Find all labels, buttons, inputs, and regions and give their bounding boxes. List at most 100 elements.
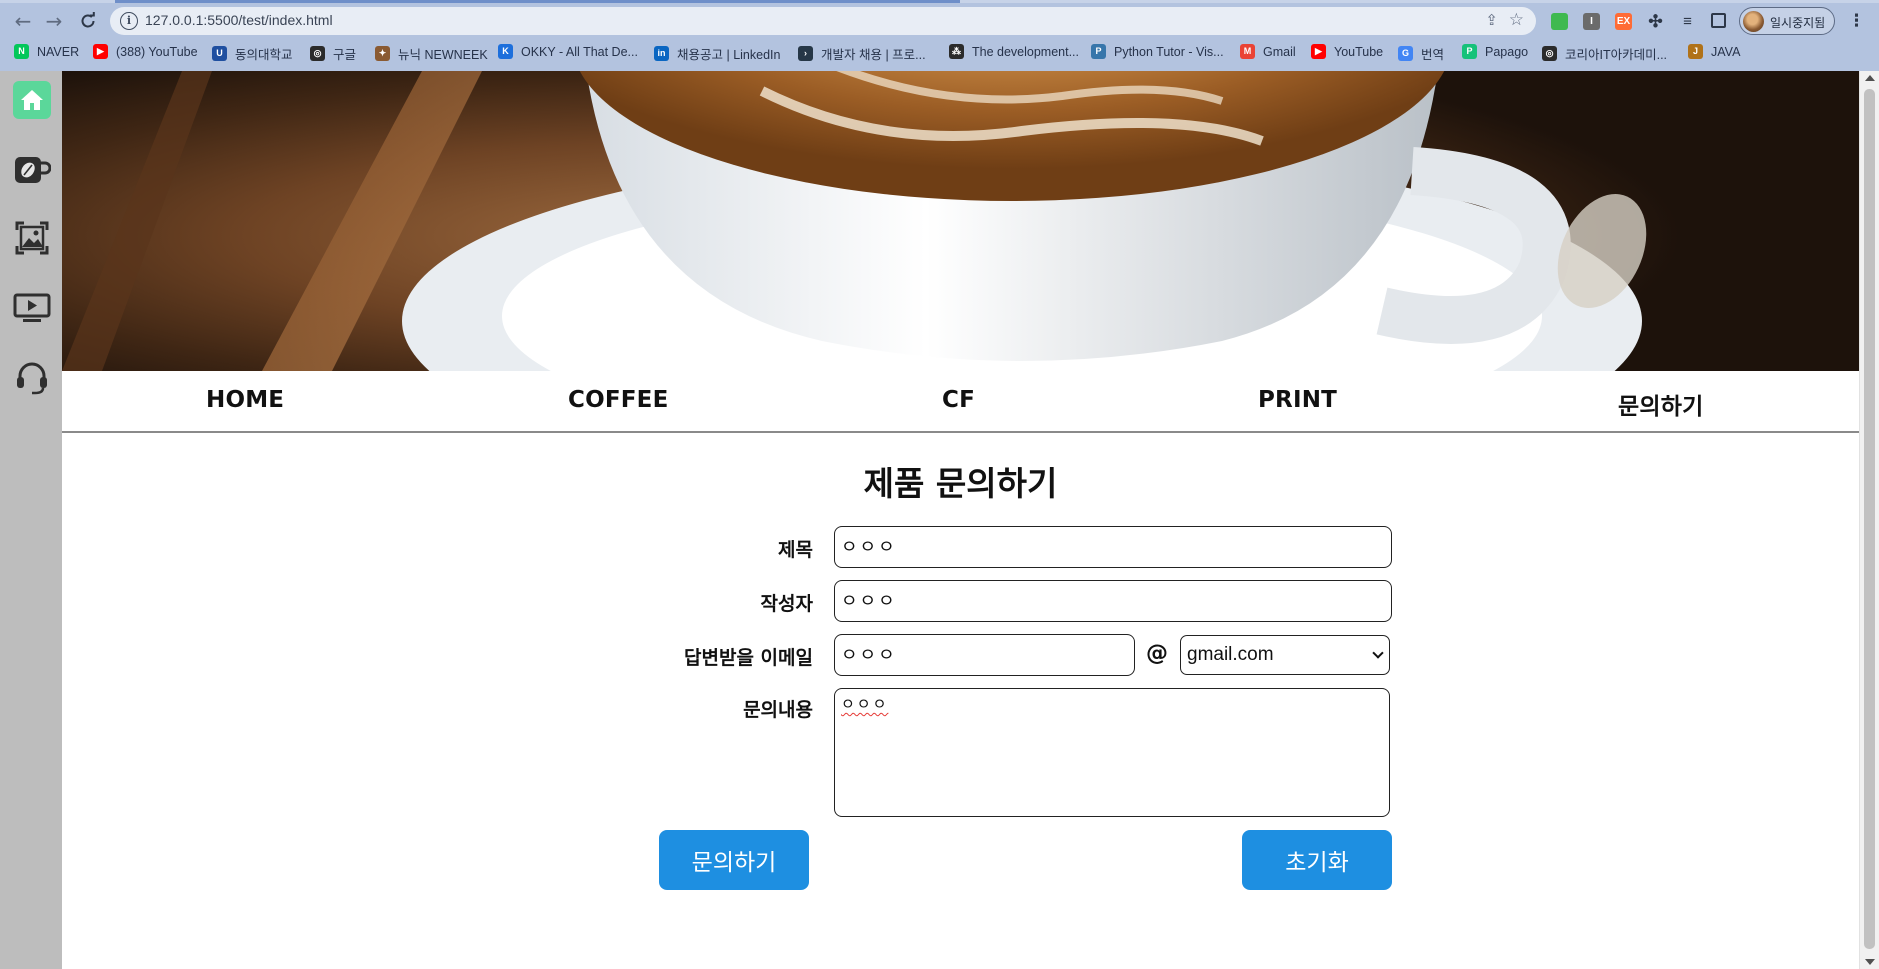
bookmark-item[interactable]: ⁂ The development... bbox=[949, 44, 1079, 59]
bookmark-item[interactable]: U 동의대학교 bbox=[212, 44, 293, 63]
bookmarks-bar: N NAVER ▶ (388) YouTube U 동의대학교 ◎ 구글 ✦ 뉴닉 NEWNEEK… bbox=[0, 40, 1879, 70]
submit-inquiry-button[interactable]: 문의하기 bbox=[659, 830, 809, 890]
globe-icon: ◎ bbox=[310, 46, 325, 61]
email-label: 답변받을 이메일 bbox=[684, 647, 813, 669]
bookmark-item[interactable]: G 번역 bbox=[1398, 44, 1444, 63]
university-icon: U bbox=[212, 46, 227, 61]
headset-support-icon[interactable] bbox=[13, 359, 51, 397]
bookmark-label: NAVER bbox=[37, 44, 80, 59]
bookmark-label: The development... bbox=[972, 44, 1080, 59]
tab-strip bbox=[0, 0, 1879, 3]
active-tab-indicator[interactable] bbox=[115, 0, 960, 3]
page-scrollbar[interactable] bbox=[1859, 71, 1879, 969]
bookmark-label: 코리아IT아카데미... bbox=[1565, 48, 1668, 62]
subject-input[interactable]: ㅇㅇㅇ bbox=[834, 526, 1392, 568]
bookmark-item[interactable]: ✦ 뉴닉 NEWNEEK bbox=[375, 44, 488, 63]
dev-icon: ⁂ bbox=[949, 44, 964, 59]
web-page: HOME COFFEE CF PRINT 문의하기 제품 문의하기 제목 ㅇㅇㅇ… bbox=[0, 71, 1879, 969]
main-nav: HOME COFFEE CF PRINT 문의하기 bbox=[62, 371, 1859, 433]
nav-inquiry[interactable]: 문의하기 bbox=[1618, 387, 1703, 421]
author-input[interactable]: ㅇㅇㅇ bbox=[834, 580, 1392, 622]
translate-icon: G bbox=[1398, 46, 1413, 61]
java-icon: J bbox=[1688, 44, 1703, 59]
bookmark-label: 채용공고 | LinkedIn bbox=[677, 48, 781, 62]
green-ext-icon[interactable] bbox=[1551, 13, 1568, 30]
profile-chip[interactable]: 일시중지됨 bbox=[1739, 7, 1835, 35]
image-gallery-icon[interactable] bbox=[13, 219, 51, 257]
bookmark-item[interactable]: › 개발자 채용 | 프로... bbox=[798, 44, 926, 63]
bookmark-label: Papago bbox=[1485, 44, 1529, 59]
browser-toolbar: ← → i 127.0.0.1:5500/test/index.html ⇪ ☆… bbox=[0, 4, 1879, 38]
bookmark-item[interactable]: P Python Tutor - Vis... bbox=[1091, 44, 1224, 59]
bookmark-star-icon[interactable]: ☆ bbox=[1509, 10, 1524, 30]
bookmark-item[interactable]: K OKKY - All That De... bbox=[498, 44, 638, 59]
browser-chrome: ← → i 127.0.0.1:5500/test/index.html ⇪ ☆… bbox=[0, 0, 1879, 71]
bookmark-label: YouTube bbox=[1334, 44, 1384, 59]
bookmark-label: 번역 bbox=[1421, 48, 1445, 62]
side-panel-icon[interactable] bbox=[1711, 13, 1726, 28]
papago-icon: P bbox=[1462, 44, 1477, 59]
site-info-icon[interactable]: i bbox=[120, 12, 138, 30]
bookmark-item[interactable]: ▶ YouTube bbox=[1311, 44, 1383, 59]
bookmark-label: 동의대학교 bbox=[235, 48, 293, 62]
globe-icon: ◎ bbox=[1542, 46, 1557, 61]
nav-cf[interactable]: CF bbox=[942, 387, 975, 413]
scroll-up-arrow-icon[interactable] bbox=[1865, 75, 1875, 81]
bookmark-item[interactable]: N NAVER bbox=[14, 44, 79, 59]
hedgehog-icon: ✦ bbox=[375, 46, 390, 61]
reset-button[interactable]: 초기화 bbox=[1242, 830, 1392, 890]
bookmark-label: JAVA bbox=[1711, 44, 1741, 59]
bookmark-label: OKKY - All That De... bbox=[521, 44, 638, 59]
email-id-input[interactable]: ㅇㅇㅇ bbox=[834, 634, 1135, 676]
home-icon[interactable] bbox=[13, 81, 51, 119]
bookmark-item[interactable]: ◎ 구글 bbox=[310, 44, 356, 63]
profile-status: 일시중지됨 bbox=[1770, 16, 1826, 30]
gmail-icon: M bbox=[1240, 44, 1255, 59]
nav-home[interactable]: HOME bbox=[206, 387, 284, 413]
url-text[interactable]: 127.0.0.1:5500/test/index.html bbox=[145, 12, 333, 28]
bookmark-item[interactable]: P Papago bbox=[1462, 44, 1528, 59]
naver-icon: N bbox=[14, 44, 29, 59]
python-icon: P bbox=[1091, 44, 1106, 59]
profile-avatar bbox=[1743, 11, 1764, 32]
bookmark-label: Python Tutor - Vis... bbox=[1114, 44, 1224, 59]
content-textarea[interactable]: ㅇㅇㅇ bbox=[834, 688, 1390, 817]
nav-print[interactable]: PRINT bbox=[1258, 387, 1337, 413]
bookmark-item[interactable]: M Gmail bbox=[1240, 44, 1296, 59]
bookmark-item[interactable]: in 채용공고 | LinkedIn bbox=[654, 44, 780, 63]
bookmark-label: 구글 bbox=[333, 48, 357, 62]
email-domain-value: gmail.com bbox=[1187, 644, 1274, 665]
email-domain-select[interactable]: gmail.com bbox=[1180, 635, 1390, 675]
share-icon[interactable]: ⇪ bbox=[1485, 11, 1498, 29]
programmers-icon: › bbox=[798, 46, 813, 61]
gray-ext-icon[interactable]: I bbox=[1583, 13, 1600, 30]
media-queue-icon[interactable]: ≡ bbox=[1679, 13, 1696, 30]
side-icon-bar bbox=[0, 71, 62, 969]
address-bar[interactable]: i 127.0.0.1:5500/test/index.html ⇪ ☆ bbox=[110, 7, 1536, 35]
bookmark-label: (388) YouTube bbox=[116, 44, 198, 59]
ex-ext-icon[interactable]: EX bbox=[1615, 13, 1632, 30]
hero-coffee-image bbox=[62, 71, 1859, 371]
nav-coffee[interactable]: COFFEE bbox=[568, 387, 668, 413]
forward-arrow-icon[interactable]: → bbox=[40, 8, 68, 34]
linkedin-icon: in bbox=[654, 46, 669, 61]
scroll-down-arrow-icon[interactable] bbox=[1865, 959, 1875, 965]
content-text: ㅇㅇㅇ bbox=[841, 695, 889, 713]
chevron-down-icon bbox=[1372, 647, 1384, 659]
video-play-icon[interactable] bbox=[13, 289, 51, 327]
bookmark-item[interactable]: ◎ 코리아IT아카데미... bbox=[1542, 44, 1667, 63]
bookmark-item[interactable]: J JAVA bbox=[1688, 44, 1740, 59]
at-sign: @ bbox=[1146, 641, 1168, 666]
youtube-icon: ▶ bbox=[1311, 44, 1326, 59]
scrollbar-thumb[interactable] bbox=[1864, 89, 1875, 949]
coffee-cup-icon[interactable] bbox=[13, 150, 51, 188]
puzzle-extensions-icon[interactable]: ✣ bbox=[1647, 13, 1664, 30]
bookmark-item[interactable]: ▶ (388) YouTube bbox=[93, 44, 198, 59]
bookmark-label: 뉴닉 NEWNEEK bbox=[398, 48, 488, 62]
browser-menu-icon[interactable]: ⋮ bbox=[1848, 11, 1865, 31]
content-label: 문의내용 bbox=[743, 699, 813, 721]
subject-label: 제목 bbox=[778, 539, 813, 561]
back-arrow-icon[interactable]: ← bbox=[9, 8, 37, 34]
okky-icon: K bbox=[498, 44, 513, 59]
reload-icon[interactable] bbox=[74, 8, 102, 34]
